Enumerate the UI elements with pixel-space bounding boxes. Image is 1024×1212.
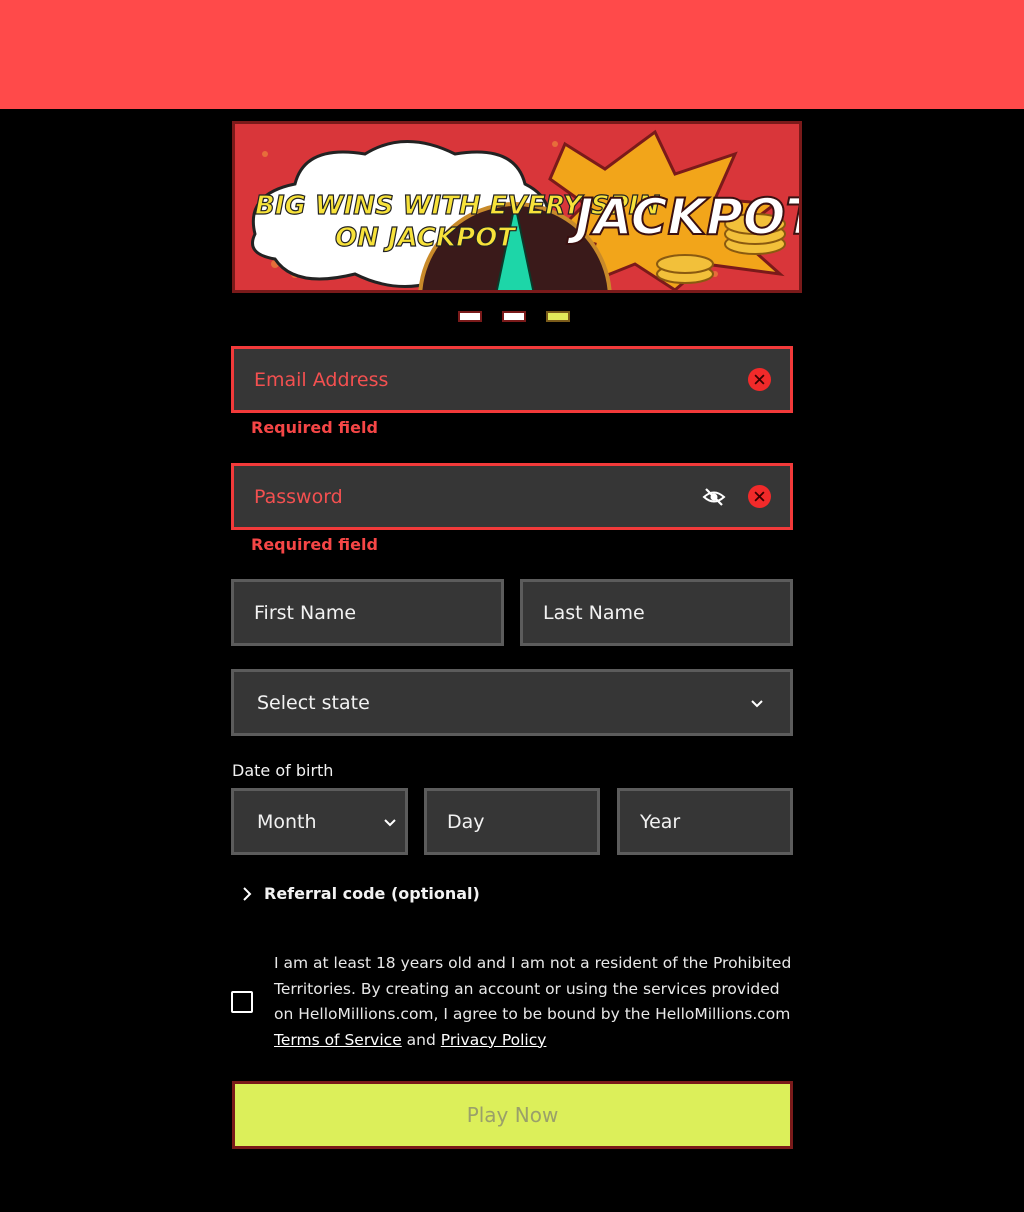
email-placeholder: Email Address — [254, 369, 389, 391]
terms-of-service-link[interactable]: Terms of Service — [274, 1031, 402, 1049]
dob-year-placeholder: Year — [640, 811, 681, 833]
carousel-dot[interactable] — [502, 311, 526, 322]
legal-text: I am at least 18 years old and I am not … — [274, 951, 794, 1053]
state-select[interactable]: Select state — [231, 669, 793, 736]
email-field[interactable]: Email Address — [231, 346, 793, 413]
dob-day-placeholder: Day — [447, 811, 485, 833]
chevron-down-icon — [384, 819, 396, 827]
banner-artwork: BIG WINS WITH EVERY SPIN ON JACKPOT JACK… — [235, 124, 799, 290]
banner-headline-2: ON JACKPOT — [335, 223, 517, 253]
chevron-right-icon — [243, 886, 252, 901]
top-header-bar — [0, 0, 1024, 109]
legal-and: and — [406, 1030, 436, 1049]
first-name-field[interactable]: First Name — [231, 579, 504, 646]
carousel-dot-active[interactable] — [546, 311, 570, 322]
eye-off-icon[interactable] — [702, 485, 726, 509]
dob-month-select[interactable]: Month — [231, 788, 408, 855]
carousel-indicators — [458, 311, 570, 322]
email-error-message: Required field — [251, 418, 378, 437]
chevron-down-icon — [751, 700, 763, 708]
referral-code-toggle[interactable]: Referral code (optional) — [240, 884, 480, 903]
last-name-placeholder: Last Name — [543, 602, 645, 624]
last-name-field[interactable]: Last Name — [520, 579, 793, 646]
dob-label: Date of birth — [232, 761, 334, 780]
legal-body: I am at least 18 years old and I am not … — [274, 954, 792, 1023]
password-field[interactable]: Password — [231, 463, 793, 530]
age-confirmation-checkbox[interactable] — [231, 991, 253, 1013]
password-error-message: Required field — [251, 535, 378, 554]
carousel-dot[interactable] — [458, 311, 482, 322]
banner-jackpot-text: JACKPOT! — [566, 188, 799, 246]
dob-month-placeholder: Month — [257, 811, 317, 833]
first-name-placeholder: First Name — [254, 602, 357, 624]
referral-code-label: Referral code (optional) — [264, 884, 480, 903]
close-circle-icon[interactable] — [748, 485, 771, 508]
privacy-policy-link[interactable]: Privacy Policy — [441, 1031, 547, 1049]
dob-year-field[interactable]: Year — [617, 788, 793, 855]
password-placeholder: Password — [254, 486, 343, 508]
promo-banner[interactable]: BIG WINS WITH EVERY SPIN ON JACKPOT JACK… — [232, 121, 802, 293]
play-now-button[interactable]: Play Now — [232, 1081, 793, 1149]
dob-day-field[interactable]: Day — [424, 788, 600, 855]
state-placeholder: Select state — [257, 692, 370, 714]
close-circle-icon[interactable] — [748, 368, 771, 391]
